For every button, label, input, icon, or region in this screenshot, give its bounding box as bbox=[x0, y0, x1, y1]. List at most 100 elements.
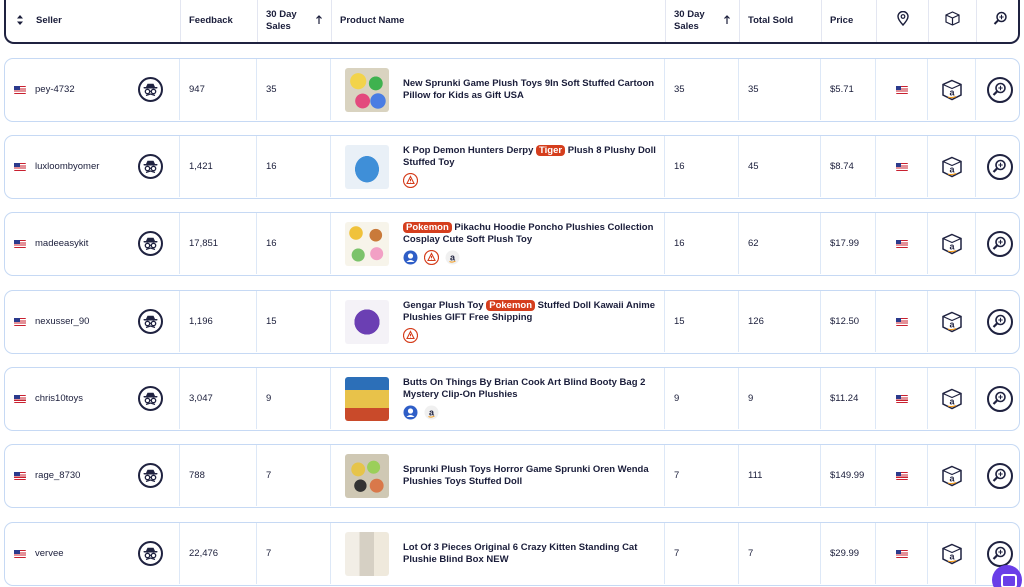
spy-icon[interactable] bbox=[138, 77, 163, 102]
feedback-value: 17,851 bbox=[189, 238, 219, 249]
header-price[interactable]: Price bbox=[822, 0, 877, 42]
sales30-cell: 15 bbox=[257, 291, 331, 352]
product-title[interactable]: Butts On Things By Brian Cook Art Blind … bbox=[403, 377, 664, 401]
table-header: Seller Feedback 30 Day Sales Product Name… bbox=[4, 0, 1020, 44]
product-badges bbox=[403, 173, 664, 188]
amazon-package-icon[interactable]: a bbox=[941, 156, 963, 178]
product-badges: a bbox=[403, 250, 664, 265]
amazon-package-icon[interactable]: a bbox=[941, 233, 963, 255]
product-title[interactable]: Gengar Plush Toy Pokemon Stuffed Doll Ka… bbox=[403, 300, 664, 324]
amazon-package-icon[interactable]: a bbox=[941, 465, 963, 487]
amazon-package-icon[interactable]: a bbox=[941, 543, 963, 565]
header-package[interactable] bbox=[929, 0, 977, 42]
table-row: vervee 22,476 7 Lot Of 3 Pieces Original… bbox=[4, 522, 1020, 586]
seller-cell: rage_8730 bbox=[5, 445, 180, 506]
us-flag-icon bbox=[14, 394, 26, 403]
vero-icon[interactable] bbox=[403, 405, 418, 420]
warning-icon[interactable] bbox=[403, 328, 418, 343]
magnifier-icon[interactable] bbox=[986, 76, 1013, 103]
package-box-icon bbox=[945, 11, 960, 30]
sales30b-cell: 9 bbox=[665, 368, 739, 429]
spy-icon[interactable] bbox=[138, 463, 163, 488]
amazon-icon[interactable]: a bbox=[424, 405, 439, 420]
warning-icon[interactable] bbox=[403, 173, 418, 188]
amazon-package-icon[interactable]: a bbox=[941, 388, 963, 410]
header-product-name-label: Product Name bbox=[340, 14, 405, 26]
product-cell: Lot Of 3 Pieces Original 6 Crazy Kitten … bbox=[331, 523, 665, 584]
sort-up-icon[interactable] bbox=[313, 14, 325, 27]
svg-text:a: a bbox=[949, 551, 955, 561]
header-location[interactable] bbox=[877, 0, 929, 42]
header-total-sold[interactable]: Total Sold bbox=[740, 0, 822, 42]
seller-name[interactable]: vervee bbox=[35, 548, 64, 559]
product-title[interactable]: K Pop Demon Hunters Derpy Tiger Plush 8 … bbox=[403, 145, 664, 169]
seller-name[interactable]: chris10toys bbox=[35, 393, 83, 404]
header-search[interactable] bbox=[977, 0, 1024, 42]
seller-name[interactable]: luxloombyomer bbox=[35, 161, 99, 172]
magnifier-icon[interactable] bbox=[986, 540, 1013, 567]
header-30-day-sales-2[interactable]: 30 Day Sales bbox=[666, 0, 740, 42]
warning-icon[interactable] bbox=[424, 250, 439, 265]
product-title[interactable]: Lot Of 3 Pieces Original 6 Crazy Kitten … bbox=[403, 542, 664, 566]
magnifier-icon[interactable] bbox=[986, 230, 1013, 257]
us-flag-icon bbox=[895, 239, 908, 248]
spy-icon[interactable] bbox=[138, 541, 163, 566]
keyword-highlight: Pokemon bbox=[403, 222, 452, 233]
product-title[interactable]: New Sprunki Game Plush Toys 9In Soft Stu… bbox=[403, 78, 664, 102]
seller-cell: madeeasykit bbox=[5, 213, 180, 274]
spy-icon[interactable] bbox=[138, 386, 163, 411]
search-cell bbox=[976, 291, 1023, 352]
spy-icon[interactable] bbox=[138, 154, 163, 179]
sales30b-value: 9 bbox=[674, 393, 680, 404]
feedback-value: 3,047 bbox=[189, 393, 213, 404]
magnifier-icon[interactable] bbox=[986, 385, 1013, 412]
product-title[interactable]: Sprunki Plush Toys Horror Game Sprunki O… bbox=[403, 464, 664, 488]
price-cell: $29.99 bbox=[821, 523, 876, 584]
keyword-highlight: Pokemon bbox=[486, 300, 535, 311]
feedback-value: 22,476 bbox=[189, 548, 219, 559]
magnifier-icon[interactable] bbox=[986, 308, 1013, 335]
sales30-cell: 7 bbox=[257, 523, 331, 584]
price-cell: $8.74 bbox=[821, 136, 876, 197]
sort-updown-icon[interactable] bbox=[14, 14, 26, 27]
chat-bubble-button[interactable] bbox=[992, 565, 1022, 587]
magnifier-icon[interactable] bbox=[986, 153, 1013, 180]
price-value: $12.50 bbox=[830, 316, 860, 327]
price-value: $8.74 bbox=[830, 161, 854, 172]
magnifier-icon[interactable] bbox=[986, 462, 1013, 489]
us-flag-icon bbox=[895, 394, 908, 403]
amazon-cell: a bbox=[928, 291, 976, 352]
amazon-package-icon[interactable]: a bbox=[941, 79, 963, 101]
us-flag-icon bbox=[14, 85, 26, 94]
seller-name[interactable]: rage_8730 bbox=[35, 470, 80, 481]
product-thumbnail[interactable] bbox=[345, 531, 389, 576]
header-30-day-sales[interactable]: 30 Day Sales bbox=[258, 0, 332, 42]
header-feedback[interactable]: Feedback bbox=[181, 0, 258, 42]
total-sold-value: 35 bbox=[748, 84, 759, 95]
sort-up-icon[interactable] bbox=[721, 14, 733, 27]
seller-cell: nexusser_90 bbox=[5, 291, 180, 352]
product-title[interactable]: Pokemon Pikachu Hoodie Poncho Plushies C… bbox=[403, 222, 664, 246]
amazon-icon[interactable]: a bbox=[445, 250, 460, 265]
product-thumbnail[interactable] bbox=[345, 453, 389, 498]
vero-icon[interactable] bbox=[403, 250, 418, 265]
seller-name[interactable]: pey-4732 bbox=[35, 84, 75, 95]
header-seller[interactable]: Seller bbox=[6, 0, 181, 42]
spy-icon[interactable] bbox=[138, 309, 163, 334]
amazon-package-icon[interactable]: a bbox=[941, 311, 963, 333]
seller-name[interactable]: madeeasykit bbox=[35, 238, 88, 249]
product-thumbnail[interactable] bbox=[345, 144, 389, 189]
seller-name[interactable]: nexusser_90 bbox=[35, 316, 89, 327]
product-thumbnail[interactable] bbox=[345, 67, 389, 112]
product-thumbnail[interactable] bbox=[345, 221, 389, 266]
spy-icon[interactable] bbox=[138, 231, 163, 256]
total-sold-value: 45 bbox=[748, 161, 759, 172]
product-thumbnail[interactable] bbox=[345, 376, 389, 421]
us-flag-icon bbox=[895, 549, 908, 558]
total-sold-cell: 45 bbox=[739, 136, 821, 197]
product-thumbnail[interactable] bbox=[345, 299, 389, 344]
header-product-name[interactable]: Product Name bbox=[332, 0, 666, 42]
sales30-value: 7 bbox=[266, 548, 272, 559]
feedback-value: 947 bbox=[189, 84, 205, 95]
svg-text:a: a bbox=[949, 241, 955, 251]
